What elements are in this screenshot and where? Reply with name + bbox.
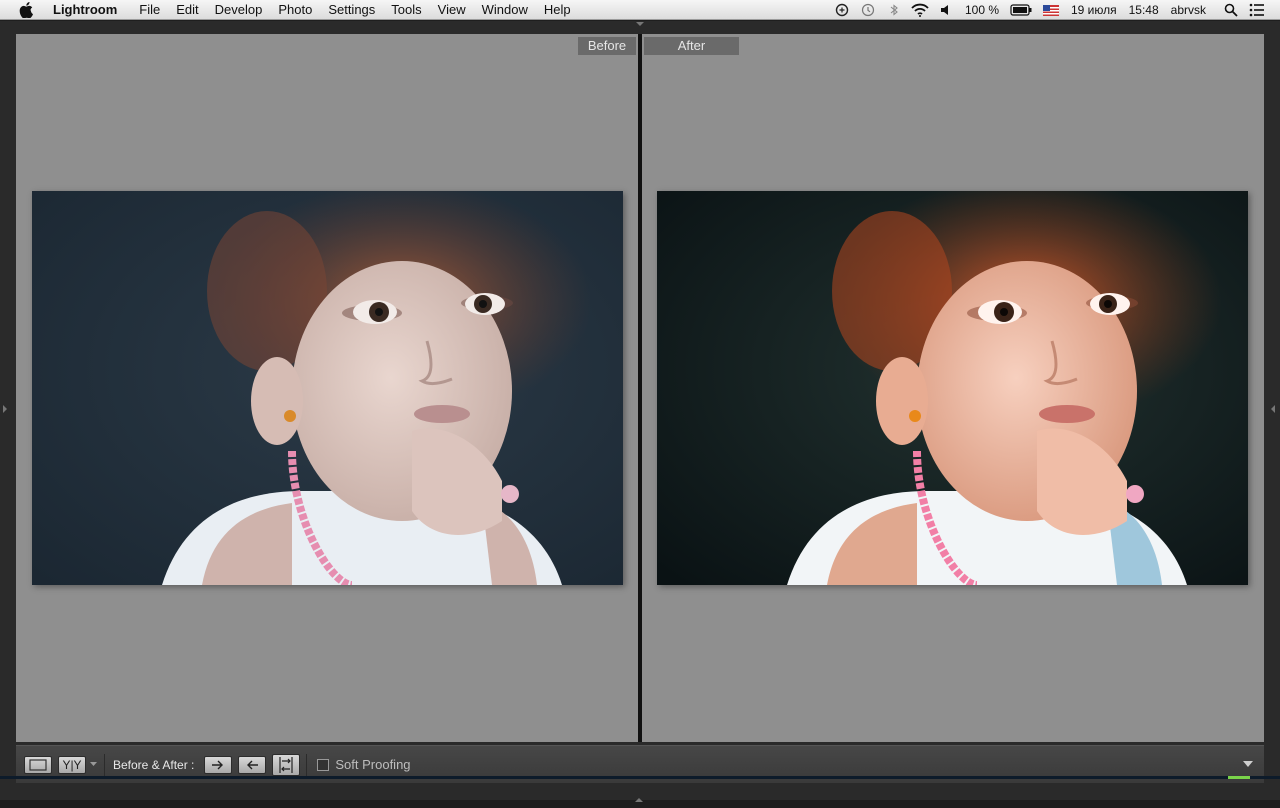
apple-menu-icon[interactable] <box>17 1 35 19</box>
after-photo[interactable] <box>657 191 1248 585</box>
lightroom-window: Before After Y|Y Before & After: Soft P… <box>0 21 1280 802</box>
wifi-icon[interactable] <box>911 1 929 19</box>
toolbar-separator <box>306 753 308 776</box>
before-after-view-button[interactable]: Y|Y <box>58 755 86 774</box>
left-panel-toggle-icon[interactable] <box>2 401 10 413</box>
bottom-panel-toggle-icon[interactable] <box>634 790 646 802</box>
menu-help[interactable]: Help <box>536 2 579 17</box>
app-menu[interactable]: Lightroom <box>47 2 123 17</box>
menu-window[interactable]: Window <box>474 2 536 17</box>
right-panel-toggle-icon[interactable] <box>1270 401 1278 413</box>
dock-edge <box>0 776 1280 779</box>
menu-tools[interactable]: Tools <box>383 2 429 17</box>
toolbar-separator <box>104 753 105 776</box>
battery-percent: 100 % <box>964 3 999 17</box>
input-flag-icon[interactable] <box>1041 1 1061 19</box>
battery-icon[interactable] <box>1009 1 1033 19</box>
swap-before-after-button[interactable] <box>272 753 301 776</box>
menu-bar: Lightroom File Edit Develop Photo Settin… <box>0 0 1280 20</box>
menu-date[interactable]: 19 июля <box>1065 3 1123 17</box>
soft-proofing-checkbox[interactable] <box>317 758 330 771</box>
time-machine-icon[interactable] <box>859 1 877 19</box>
menu-clock[interactable]: 15:48 <box>1123 3 1165 17</box>
after-label: After <box>644 37 739 55</box>
menu-develop[interactable]: Develop <box>207 2 271 17</box>
status-area: 100 % 19 июля 15:48 abrvsk <box>829 0 1280 20</box>
menu-file[interactable]: File <box>131 2 168 17</box>
after-pane[interactable]: After <box>642 34 1264 742</box>
sync-icon[interactable] <box>833 1 851 19</box>
volume-icon[interactable] <box>937 1 955 19</box>
before-label: Before <box>578 37 636 55</box>
top-panel-toggle-icon[interactable] <box>634 21 646 29</box>
copy-before-to-after-button[interactable] <box>204 755 233 774</box>
before-pane[interactable]: Before <box>16 34 638 742</box>
copy-after-to-before-button[interactable] <box>238 755 267 774</box>
menu-photo[interactable]: Photo <box>270 2 320 17</box>
toolbar-content-menu-icon[interactable] <box>1240 756 1256 772</box>
soft-proofing-label[interactable]: Soft Proofing <box>335 757 410 772</box>
before-photo[interactable] <box>32 191 623 585</box>
menu-settings[interactable]: Settings <box>320 2 383 17</box>
user-menu[interactable]: abrvsk <box>1165 3 1218 17</box>
bluetooth-icon[interactable] <box>885 1 903 19</box>
dock-indicator <box>1228 776 1250 779</box>
menu-edit[interactable]: Edit <box>168 2 206 17</box>
before-after-label: Before & After : <box>113 757 195 772</box>
notification-center-icon[interactable] <box>1248 1 1266 19</box>
spotlight-search-icon[interactable] <box>1222 1 1240 19</box>
loupe-view-button[interactable] <box>24 755 52 774</box>
menu-view[interactable]: View <box>430 2 474 17</box>
view-mode-dropdown-icon[interactable] <box>88 756 98 774</box>
